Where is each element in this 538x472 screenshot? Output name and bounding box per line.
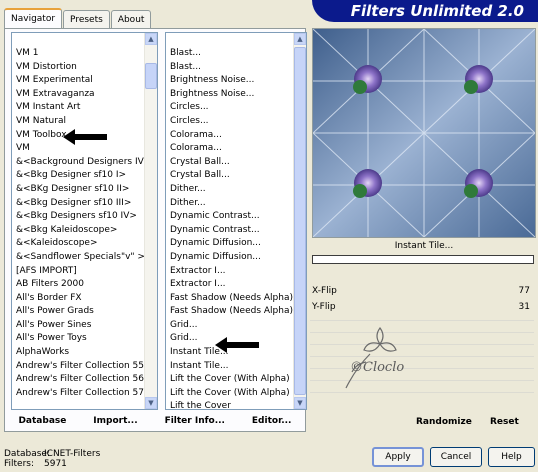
list-item[interactable]: Crystal Ball... bbox=[166, 169, 294, 183]
filter-scroll-thumb[interactable] bbox=[294, 47, 306, 395]
list-item[interactable]: Lift the Cover bbox=[166, 400, 294, 409]
progress-bar bbox=[312, 255, 534, 264]
database-button[interactable]: Database bbox=[18, 416, 66, 426]
list-item[interactable]: Dynamic Contrast... bbox=[166, 224, 294, 238]
x-flip-row[interactable]: X-Flip 77 bbox=[310, 283, 536, 299]
list-item[interactable]: &<Kaleidoscope> bbox=[12, 237, 145, 251]
list-item[interactable]: VM 1 bbox=[12, 47, 145, 61]
editor-button[interactable]: Editor... bbox=[252, 416, 292, 426]
filters-count: 5971 bbox=[44, 459, 67, 469]
parameter-sliders: X-Flip 77 Y-Flip 31 bbox=[310, 283, 536, 315]
y-flip-label: Y-Flip bbox=[312, 302, 336, 312]
list-item[interactable]: [AFS IMPORT] bbox=[12, 265, 145, 279]
x-flip-value: 77 bbox=[518, 286, 530, 296]
watermark-flower-icon bbox=[345, 326, 397, 389]
filter-list[interactable]: Blast... Blast... Brightness Noise... Brigh… bbox=[165, 32, 307, 410]
list-item[interactable]: Dither... bbox=[166, 197, 294, 211]
category-scrollbar[interactable]: ▲ ▼ bbox=[144, 33, 157, 409]
list-item[interactable]: Andrew's Filter Collection 56 bbox=[12, 373, 145, 387]
list-item[interactable]: Circles... bbox=[166, 101, 294, 115]
navigator-panel: VM 1 VM Distortion VM Experimental VM Extra… bbox=[4, 28, 307, 432]
list-item[interactable]: AlphaWorks bbox=[12, 346, 145, 360]
list-item[interactable]: &<Bkg Designer sf10 I> bbox=[12, 169, 145, 183]
list-item[interactable]: Fast Shadow (Needs Alpha) bbox=[166, 292, 294, 306]
list-item[interactable]: VM Instant Art bbox=[12, 101, 145, 115]
arrow-pointer-icon bbox=[63, 129, 107, 145]
list-item[interactable]: &<Bkg Designer sf10 III> bbox=[12, 197, 145, 211]
arrow-pointer-icon bbox=[215, 337, 259, 353]
list-item[interactable]: Crystal Ball... bbox=[166, 156, 294, 170]
list-item[interactable]: Extractor I... bbox=[166, 265, 294, 279]
list-item[interactable]: Dynamic Diffusion... bbox=[166, 237, 294, 251]
list-item[interactable]: All's Power Grads bbox=[12, 305, 145, 319]
list-item[interactable]: Dynamic Diffusion... bbox=[166, 251, 294, 265]
list-item[interactable]: &<BKg Designer sf10 II> bbox=[12, 183, 145, 197]
list-item[interactable]: All's Border FX bbox=[12, 292, 145, 306]
watermark-text: ©Cloclo bbox=[350, 360, 405, 375]
scroll-down-icon[interactable]: ▼ bbox=[145, 397, 157, 409]
list-item[interactable]: Grid... bbox=[166, 319, 294, 333]
category-items: VM 1 VM Distortion VM Experimental VM Extra… bbox=[12, 47, 145, 400]
list-item[interactable]: Colorama... bbox=[166, 142, 294, 156]
list-item[interactable]: &<Bkg Kaleidoscope> bbox=[12, 224, 145, 238]
tab-strip: Navigator Presets About bbox=[4, 8, 152, 30]
scroll-down-icon[interactable]: ▼ bbox=[294, 397, 306, 409]
list-item[interactable]: Brightness Noise... bbox=[166, 88, 294, 102]
tab-navigator[interactable]: Navigator bbox=[4, 8, 63, 30]
preview-image bbox=[312, 28, 536, 238]
database-label: Database: bbox=[4, 449, 50, 459]
list-item[interactable]: &<Sandflower Specials"v" > bbox=[12, 251, 145, 265]
list-item[interactable]: VM Distortion bbox=[12, 61, 145, 75]
tab-about[interactable]: About bbox=[110, 10, 152, 29]
list-item[interactable]: &<Bkg Designers sf10 IV> bbox=[12, 210, 145, 224]
list-item[interactable]: Blast... bbox=[166, 61, 294, 75]
list-item[interactable]: Lift the Cover (With Alpha) bbox=[166, 387, 294, 401]
tab-presets[interactable]: Presets bbox=[63, 10, 110, 29]
help-button[interactable]: Help bbox=[488, 447, 535, 467]
scroll-up-icon[interactable]: ▲ bbox=[145, 33, 157, 45]
list-item[interactable]: Lift the Cover (With Alpha) bbox=[166, 373, 294, 387]
list-item[interactable]: &<Background Designers IV> bbox=[12, 156, 145, 170]
status-info: Database:ICNET-Filters Filters: 5971 bbox=[4, 449, 100, 469]
x-flip-label: X-Flip bbox=[312, 286, 337, 296]
randomize-button[interactable]: Randomize bbox=[416, 417, 472, 427]
list-item[interactable]: Circles... bbox=[166, 115, 294, 129]
filter-scrollbar[interactable]: ▲ ▼ bbox=[293, 33, 306, 409]
list-item[interactable]: Fast Shadow (Needs Alpha) bbox=[166, 305, 294, 319]
preview-caption: Instant Tile... bbox=[394, 241, 454, 251]
navigator-toolbar: Database Import... Filter Info... Editor… bbox=[5, 411, 305, 431]
list-item[interactable]: AB Filters 2000 bbox=[12, 278, 145, 292]
scroll-up-icon[interactable]: ▲ bbox=[294, 33, 306, 45]
list-item[interactable]: VM Natural bbox=[12, 115, 145, 129]
list-item[interactable]: Brightness Noise... bbox=[166, 74, 294, 88]
app-title: Filters Unlimited 2.0 bbox=[312, 0, 538, 22]
list-item[interactable]: Dynamic Contrast... bbox=[166, 210, 294, 224]
filter-items: Blast... Blast... Brightness Noise... Brigh… bbox=[166, 47, 294, 409]
list-item[interactable]: All's Power Toys bbox=[12, 332, 145, 346]
list-item[interactable]: VM Experimental bbox=[12, 74, 145, 88]
list-item[interactable]: VM Extravaganza bbox=[12, 88, 145, 102]
list-item[interactable]: Andrew's Filter Collection 55 bbox=[12, 360, 145, 374]
filters-label: Filters: bbox=[4, 459, 35, 469]
category-scroll-thumb[interactable] bbox=[145, 63, 157, 89]
list-item[interactable]: Colorama... bbox=[166, 129, 294, 143]
import-button[interactable]: Import... bbox=[93, 416, 137, 426]
cancel-button[interactable]: Cancel bbox=[430, 447, 482, 467]
list-item[interactable]: Dither... bbox=[166, 183, 294, 197]
list-item[interactable]: Andrew's Filter Collection 57 bbox=[12, 387, 145, 401]
y-flip-value: 31 bbox=[518, 302, 530, 312]
reset-button[interactable]: Reset bbox=[490, 417, 519, 427]
y-flip-row[interactable]: Y-Flip 31 bbox=[310, 299, 536, 315]
list-item[interactable]: Extractor I... bbox=[166, 278, 294, 292]
apply-button[interactable]: Apply bbox=[372, 447, 424, 467]
list-item[interactable]: Instant Tile... bbox=[166, 360, 294, 374]
tiled-preview-picture bbox=[313, 29, 535, 237]
list-item[interactable]: Blast... bbox=[166, 47, 294, 61]
category-list[interactable]: VM 1 VM Distortion VM Experimental VM Extra… bbox=[11, 32, 158, 410]
filter-info-button[interactable]: Filter Info... bbox=[165, 416, 225, 426]
list-item[interactable]: All's Power Sines bbox=[12, 319, 145, 333]
database-value: ICNET-Filters bbox=[44, 449, 101, 459]
